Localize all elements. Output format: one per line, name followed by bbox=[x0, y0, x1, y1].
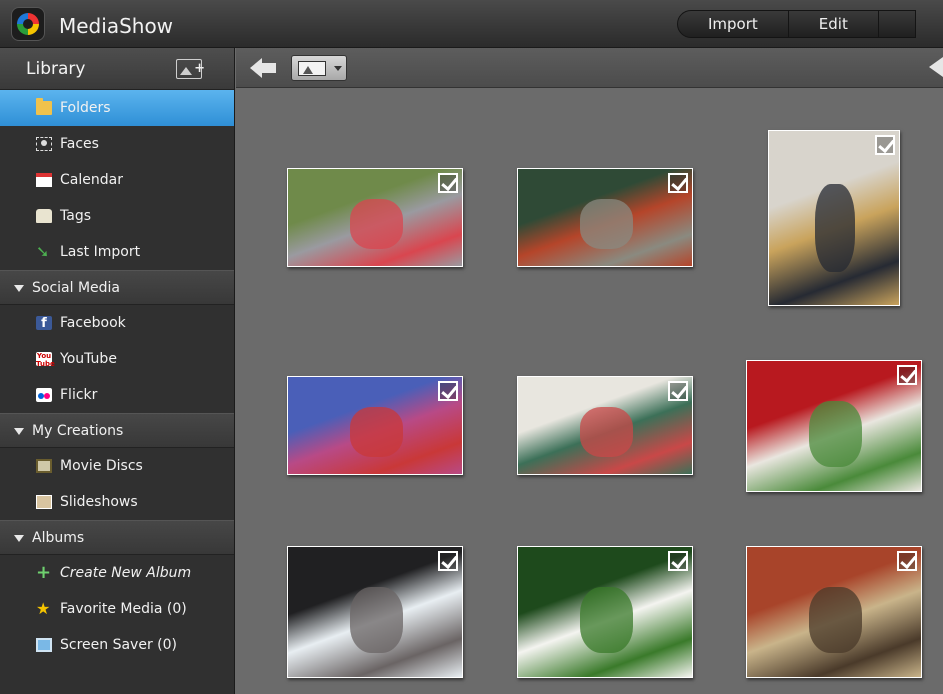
sidebar-item-movie-discs[interactable]: Movie Discs bbox=[0, 448, 234, 484]
tab-import[interactable]: Import bbox=[678, 11, 789, 37]
photo-subject bbox=[580, 199, 633, 249]
section-my-creations[interactable]: My Creations bbox=[0, 413, 234, 448]
section-label: Albums bbox=[32, 530, 85, 546]
photo-thumbnail[interactable] bbox=[768, 130, 900, 306]
select-checkbox[interactable] bbox=[438, 551, 458, 571]
sidebar-item-label: Faces bbox=[60, 136, 99, 152]
photo-thumbnail[interactable] bbox=[746, 546, 922, 678]
sidebar-item-label: Facebook bbox=[60, 315, 126, 331]
collapse-triangle-icon bbox=[14, 285, 24, 292]
app-logo-icon bbox=[11, 7, 45, 41]
back-arrow-icon[interactable] bbox=[250, 58, 278, 78]
sidebar-item-label: Calendar bbox=[60, 172, 123, 188]
sidebar-item-label: Slideshows bbox=[60, 494, 138, 510]
app-title: MediaShow bbox=[59, 14, 174, 38]
photo-subject bbox=[809, 587, 862, 653]
select-checkbox[interactable] bbox=[668, 381, 688, 401]
select-checkbox[interactable] bbox=[668, 551, 688, 571]
photo-subject bbox=[815, 184, 855, 272]
sidebar-item-flickr[interactable]: Flickr bbox=[0, 377, 234, 413]
sidebar-item-faces[interactable]: Faces bbox=[0, 126, 234, 162]
facebook-icon: f bbox=[36, 316, 52, 331]
library-title: Library bbox=[26, 59, 86, 79]
select-checkbox[interactable] bbox=[897, 551, 917, 571]
select-checkbox[interactable] bbox=[875, 135, 895, 155]
photo-thumbnail[interactable] bbox=[287, 168, 463, 267]
photo-subject bbox=[350, 587, 403, 653]
photo-thumbnail[interactable] bbox=[287, 546, 463, 678]
sidebar: Library Folders Faces Calendar Tags ➘ La… bbox=[0, 48, 235, 694]
section-social-media[interactable]: Social Media bbox=[0, 270, 234, 305]
folder-icon bbox=[36, 98, 52, 115]
select-checkbox[interactable] bbox=[668, 173, 688, 193]
flickr-icon bbox=[36, 388, 52, 402]
add-media-icon[interactable] bbox=[176, 59, 205, 79]
photo-thumbnail[interactable] bbox=[517, 168, 693, 267]
sidebar-item-slideshows[interactable]: Slideshows bbox=[0, 484, 234, 520]
sidebar-item-tags[interactable]: Tags bbox=[0, 198, 234, 234]
select-checkbox[interactable] bbox=[897, 365, 917, 385]
tab-edit[interactable]: Edit bbox=[789, 11, 879, 37]
sidebar-item-facebook[interactable]: f Facebook bbox=[0, 305, 234, 341]
panel-toggle-arrow-icon[interactable] bbox=[929, 57, 943, 77]
sidebar-item-label: Folders bbox=[60, 100, 111, 116]
sidebar-item-label: Favorite Media (0) bbox=[60, 601, 187, 617]
select-checkbox[interactable] bbox=[438, 173, 458, 193]
sidebar-item-folders[interactable]: Folders bbox=[0, 90, 234, 126]
photo-subject bbox=[350, 199, 403, 249]
section-label: My Creations bbox=[32, 423, 124, 439]
photo-subject bbox=[350, 407, 403, 457]
tab-more[interactable] bbox=[879, 11, 915, 37]
tag-icon bbox=[36, 209, 52, 223]
sidebar-item-label: Flickr bbox=[60, 387, 98, 403]
photo-thumbnail[interactable] bbox=[517, 376, 693, 475]
sidebar-item-label: YouTube bbox=[60, 351, 117, 367]
section-label: Social Media bbox=[32, 280, 121, 296]
select-checkbox[interactable] bbox=[438, 381, 458, 401]
chevron-down-icon bbox=[334, 66, 342, 71]
sidebar-item-screen-saver[interactable]: Screen Saver (0) bbox=[0, 627, 234, 663]
content-toolbar bbox=[236, 48, 943, 88]
sidebar-item-label: Tags bbox=[60, 208, 91, 224]
photo-thumbnail[interactable] bbox=[287, 376, 463, 475]
section-albums[interactable]: Albums bbox=[0, 520, 234, 555]
slideshow-icon bbox=[36, 495, 52, 509]
sidebar-item-youtube[interactable]: You Tube YouTube bbox=[0, 341, 234, 377]
sidebar-item-label: Last Import bbox=[60, 244, 141, 260]
picture-icon bbox=[298, 61, 326, 76]
calendar-icon bbox=[36, 173, 52, 187]
media-grid bbox=[236, 89, 943, 694]
star-icon: ★ bbox=[36, 599, 51, 618]
sidebar-item-calendar[interactable]: Calendar bbox=[0, 162, 234, 198]
sidebar-item-label: Movie Discs bbox=[60, 458, 143, 474]
plus-icon: + bbox=[36, 562, 52, 583]
sidebar-item-label: Screen Saver (0) bbox=[60, 637, 177, 653]
sidebar-item-last-import[interactable]: ➘ Last Import bbox=[0, 234, 234, 270]
photo-subject bbox=[809, 401, 862, 467]
library-header: Library bbox=[0, 48, 234, 90]
photo-subject bbox=[580, 587, 633, 653]
youtube-icon: You Tube bbox=[36, 352, 55, 368]
photo-thumbnail[interactable] bbox=[517, 546, 693, 678]
last-import-icon: ➘ bbox=[36, 242, 50, 261]
title-bar: MediaShow Import Edit bbox=[0, 0, 943, 48]
top-tabs: Import Edit bbox=[677, 10, 916, 38]
faces-icon bbox=[36, 137, 52, 151]
collapse-triangle-icon bbox=[14, 428, 24, 435]
sidebar-item-favorite-media[interactable]: ★ Favorite Media (0) bbox=[0, 591, 234, 627]
view-mode-button[interactable] bbox=[291, 55, 347, 81]
movie-disc-icon bbox=[36, 459, 52, 473]
screen-icon bbox=[36, 638, 52, 652]
photo-thumbnail[interactable] bbox=[746, 360, 922, 492]
sidebar-item-create-new-album[interactable]: + Create New Album bbox=[0, 555, 234, 591]
sidebar-item-label: Create New Album bbox=[60, 565, 192, 581]
collapse-triangle-icon bbox=[14, 535, 24, 542]
photo-subject bbox=[580, 407, 633, 457]
